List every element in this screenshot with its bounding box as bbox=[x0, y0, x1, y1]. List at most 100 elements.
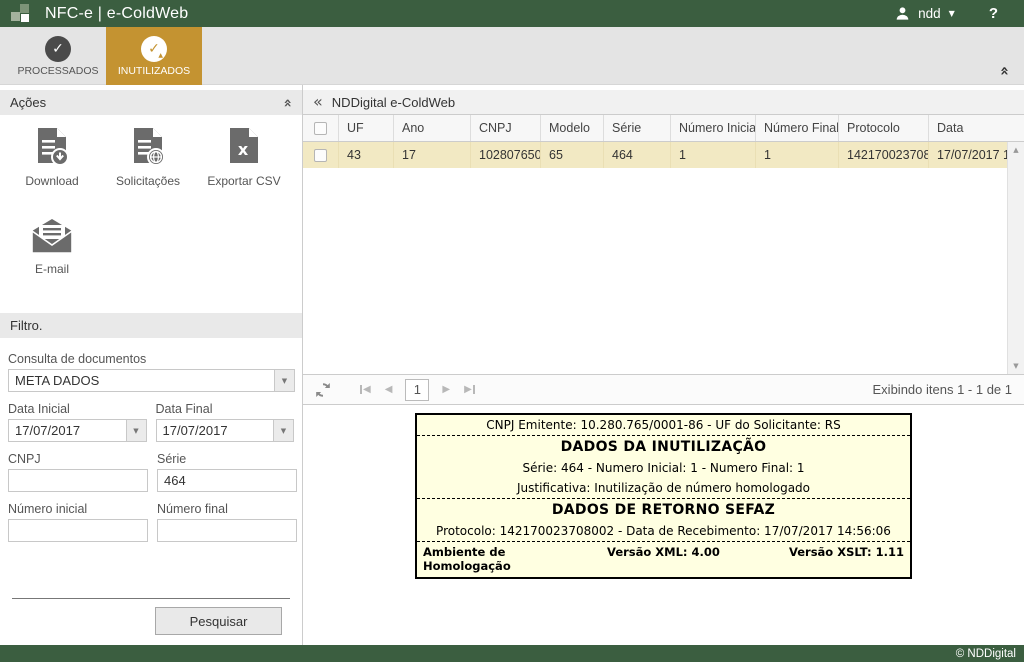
detail-area: CNPJ Emitente: 10.280.765/0001-86 - UF d… bbox=[303, 404, 1024, 645]
cell-numero-inicial: 1 bbox=[671, 142, 756, 168]
pesquisar-button[interactable]: Pesquisar bbox=[155, 607, 282, 635]
refresh-icon[interactable] bbox=[315, 382, 331, 398]
document-globe-icon bbox=[134, 128, 165, 166]
main-panel: « NDDigital e-ColdWeb UF Ano CNPJ Modelo… bbox=[303, 85, 1024, 645]
main-panel-header: « NDDigital e-ColdWeb bbox=[303, 90, 1024, 115]
cnpj-label: CNPJ bbox=[8, 452, 41, 466]
download-button[interactable]: Download bbox=[4, 123, 100, 207]
column-header-ano[interactable]: Ano bbox=[394, 115, 471, 141]
warning-triangle-icon: ▲ bbox=[158, 51, 163, 59]
data-inicial-label: Data Inicial bbox=[8, 402, 70, 416]
actions-panel-header: Ações « bbox=[0, 90, 302, 115]
cell-data: 17/07/2017 14:56:06 bbox=[937, 148, 1007, 162]
emitente-line: CNPJ Emitente: 10.280.765/0001-86 - UF d… bbox=[417, 415, 910, 436]
retorno-sefaz-title: DADOS DE RETORNO SEFAZ bbox=[551, 502, 776, 518]
cnpj-input[interactable] bbox=[8, 469, 148, 492]
serie-input[interactable] bbox=[157, 469, 297, 492]
help-button[interactable]: ? bbox=[989, 5, 998, 22]
filter-panel-header: Filtro. bbox=[0, 313, 302, 338]
next-page-button[interactable]: ▶ bbox=[442, 384, 450, 395]
serie-label: Série bbox=[157, 452, 187, 466]
column-header-modelo[interactable]: Modelo bbox=[541, 115, 604, 141]
items-status: Exibindo itens 1 - 1 de 1 bbox=[872, 382, 1012, 397]
select-all-checkbox[interactable] bbox=[314, 121, 327, 135]
header-bar: NFC-e | e-ColdWeb ndd ▼ ? bbox=[0, 0, 1024, 27]
column-header-protocolo[interactable]: Protocolo bbox=[839, 115, 929, 141]
toolbar-collapse-icon[interactable]: « bbox=[996, 66, 1014, 76]
column-header-numero-inicial[interactable]: Número Inicial bbox=[671, 115, 756, 141]
app-title: NFC-e | e-ColdWeb bbox=[45, 4, 189, 22]
data-inicial-select[interactable]: 17/07/2017 ▼ bbox=[8, 419, 147, 442]
row-checkbox[interactable] bbox=[314, 148, 327, 162]
app-window: NFC-e | e-ColdWeb ndd ▼ ? ✓ PROCESSADOS … bbox=[0, 0, 1024, 662]
user-icon bbox=[896, 7, 909, 20]
data-final-select[interactable]: 17/07/2017 ▼ bbox=[155, 419, 294, 442]
table-body: 43 17 10280765000186 65 464 1 1 14217002… bbox=[303, 142, 1024, 374]
sidebar: Ações « Download Solicitações x Exportar… bbox=[0, 85, 303, 645]
pagination-bar: ◀ ◀ 1 ▶ ▶ Exibindo itens 1 - 1 de 1 bbox=[303, 374, 1024, 404]
collapse-left-icon[interactable]: « bbox=[313, 94, 323, 110]
cell-cnpj: 10280765000186 bbox=[471, 142, 541, 168]
column-header-numero-final[interactable]: Número Final bbox=[756, 115, 839, 141]
table-scrollbar[interactable]: ▲ ▼ bbox=[1007, 142, 1024, 374]
scroll-up-icon[interactable]: ▲ bbox=[1013, 142, 1018, 158]
data-final-label: Data Final bbox=[155, 402, 213, 416]
footer-bar: © NDDigital bbox=[0, 645, 1024, 662]
chevron-down-icon[interactable]: ▼ bbox=[949, 9, 955, 18]
serie-line: Série: 464 - Numero Inicial: 1 - Numero … bbox=[522, 461, 805, 475]
pager-controls: ◀ ◀ 1 ▶ ▶ bbox=[353, 378, 482, 401]
chevron-down-icon: ▼ bbox=[273, 420, 293, 441]
solicitacoes-button[interactable]: Solicitações bbox=[100, 123, 196, 207]
copyright-text: © NDDigital bbox=[955, 647, 1016, 660]
email-button[interactable]: E-mail bbox=[4, 211, 100, 295]
nddigital-logo-icon bbox=[10, 3, 32, 24]
cell-protocolo: 142170023708002 bbox=[839, 142, 929, 168]
filter-form: Consulta de documentos META DADOS ▼ Data… bbox=[0, 338, 302, 645]
page-number-box[interactable]: 1 bbox=[405, 378, 430, 401]
numero-inicial-input[interactable] bbox=[8, 519, 148, 542]
column-header-cnpj[interactable]: CNPJ bbox=[471, 115, 541, 141]
column-header-uf[interactable]: UF bbox=[339, 115, 394, 141]
chevron-down-icon: ▼ bbox=[125, 420, 146, 441]
user-menu[interactable]: ndd bbox=[918, 6, 941, 21]
numero-final-input[interactable] bbox=[157, 519, 297, 542]
ribbon-toolbar: ✓ PROCESSADOS ✓ ▲ INUTILIZADOS « bbox=[0, 27, 1024, 85]
check-circle-icon: ✓ bbox=[45, 35, 71, 62]
cell-ano: 17 bbox=[394, 142, 471, 168]
inutilizacao-detail-card: CNPJ Emitente: 10.280.765/0001-86 - UF d… bbox=[415, 413, 912, 579]
ambiente-label: Ambiente de Homologação bbox=[423, 545, 511, 573]
actions-collapse-icon[interactable]: « bbox=[279, 98, 295, 107]
scroll-down-icon[interactable]: ▼ bbox=[1013, 358, 1018, 374]
cell-serie: 464 bbox=[604, 142, 671, 168]
table-header: UF Ano CNPJ Modelo Série Número Inicial … bbox=[303, 115, 1024, 142]
cell-numero-final: 1 bbox=[756, 142, 839, 168]
justificativa-line: Justificativa: Inutilização de número ho… bbox=[417, 478, 910, 499]
inutilizacao-title: DADOS DA INUTILIZAÇÃO bbox=[560, 439, 767, 455]
numero-inicial-label: Número inicial bbox=[8, 502, 88, 516]
consulta-label: Consulta de documentos bbox=[8, 352, 147, 366]
svg-text:x: x bbox=[238, 140, 249, 159]
first-page-button[interactable]: ◀ bbox=[360, 384, 371, 395]
exportar-csv-button[interactable]: x Exportar CSV bbox=[196, 123, 292, 207]
tab-processados[interactable]: ✓ PROCESSADOS bbox=[10, 27, 106, 85]
panel-title: NDDigital e-ColdWeb bbox=[331, 94, 456, 110]
document-csv-icon: x bbox=[230, 128, 258, 163]
detail-footer-row: Ambiente de Homologação Versão XML: 4.00… bbox=[417, 542, 910, 577]
column-header-serie[interactable]: Série bbox=[604, 115, 671, 141]
cell-modelo: 65 bbox=[541, 142, 604, 168]
versao-xslt-label: Versão XSLT: 1.11 bbox=[788, 545, 904, 559]
table-row[interactable]: 43 17 10280765000186 65 464 1 1 14217002… bbox=[303, 142, 1007, 168]
consulta-select[interactable]: META DADOS ▼ bbox=[8, 369, 295, 392]
check-warning-circle-icon: ✓ ▲ bbox=[141, 35, 167, 62]
versao-xml-label: Versão XML: 4.00 bbox=[607, 545, 720, 559]
tab-inutilizados[interactable]: ✓ ▲ INUTILIZADOS bbox=[106, 27, 202, 85]
prev-page-button[interactable]: ◀ bbox=[385, 384, 393, 395]
numero-final-label: Número final bbox=[157, 502, 228, 516]
column-header-data[interactable]: Data bbox=[929, 115, 1024, 141]
email-icon bbox=[31, 219, 73, 254]
chevron-down-icon: ▼ bbox=[274, 370, 294, 391]
last-page-button[interactable]: ▶ bbox=[464, 384, 475, 395]
cell-uf: 43 bbox=[339, 142, 394, 168]
document-download-icon bbox=[38, 128, 69, 166]
actions-grid: Download Solicitações x Exportar CSV E-m… bbox=[0, 115, 302, 299]
